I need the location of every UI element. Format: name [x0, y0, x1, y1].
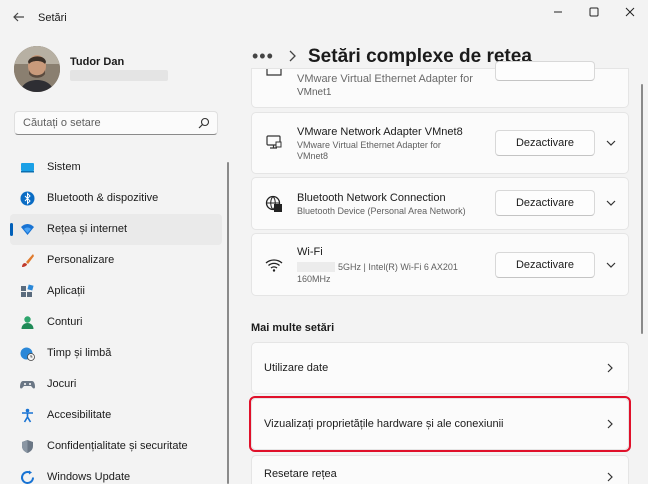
adapter-card-bluetooth: Bluetooth Network Connection Bluetooth D…: [251, 177, 629, 230]
search-icon[interactable]: [197, 116, 211, 130]
adapter-name: Bluetooth Network Connection: [297, 192, 446, 204]
sidebar-item-label: Conturi: [47, 316, 83, 328]
sidebar-item-time-language[interactable]: Timp și limbă: [10, 338, 222, 369]
ethernet-adapter-icon: [265, 134, 283, 152]
adapter-name: VMware Network Adapter VMnet8: [297, 126, 463, 138]
adapter-description: Bluetooth Device (Personal Area Network): [297, 206, 466, 216]
user-name: Tudor Dan: [70, 56, 125, 68]
disable-button[interactable]: Dezactivare: [495, 130, 595, 156]
ethernet-adapter-icon: [265, 69, 283, 87]
adapter-description: 160MHz: [297, 274, 331, 284]
avatar[interactable]: [14, 46, 60, 92]
chevron-down-icon[interactable]: [604, 196, 618, 210]
sidebar-item-bluetooth[interactable]: Bluetooth & dispozitive: [10, 183, 222, 214]
update-icon: [20, 470, 35, 484]
data-usage-link[interactable]: Utilizare date: [251, 342, 629, 394]
chevron-down-icon[interactable]: [604, 136, 618, 150]
sidebar-item-label: Bluetooth & dispozitive: [47, 192, 159, 204]
bluetooth-icon: [20, 191, 35, 206]
search-placeholder: Căutați o setare: [23, 117, 101, 129]
minimize-icon[interactable]: [548, 5, 568, 21]
sidebar-item-windows-update[interactable]: Windows Update: [10, 462, 222, 484]
accessibility-icon: [20, 408, 35, 423]
sidebar-nav: Sistem Bluetooth & dispozitive Rețea și …: [10, 152, 222, 484]
back-arrow-icon[interactable]: [10, 10, 28, 26]
adapter-description: VMnet1: [297, 87, 332, 98]
wifi-icon: [265, 256, 283, 274]
app-title: Setări: [38, 12, 67, 24]
system-icon: [20, 160, 35, 175]
redacted-ssid: [297, 262, 335, 272]
section-title-more-settings: Mai multe setări: [251, 322, 335, 334]
brush-icon: [20, 253, 35, 268]
chevron-right-icon: [604, 471, 616, 483]
link-label: Resetare rețea: [264, 468, 337, 480]
sidebar-item-label: Rețea și internet: [47, 223, 128, 235]
adapter-card-vmnet1: VMware Virtual Ethernet Adapter for VMne…: [251, 61, 629, 108]
shield-icon: [20, 439, 35, 454]
adapter-description: VMnet8: [297, 151, 329, 161]
active-indicator: [10, 223, 13, 236]
disable-button[interactable]: Dezactivare: [495, 252, 595, 278]
title-bar: Setări: [0, 0, 648, 36]
sidebar-item-label: Windows Update: [47, 471, 131, 483]
adapter-card-wifi: Wi-Fi 5GHz | Intel(R) Wi-Fi 6 AX201 160M…: [251, 233, 629, 296]
sidebar-item-personalization[interactable]: Personalizare: [10, 245, 222, 276]
sidebar-item-label: Sistem: [47, 161, 81, 173]
sidebar-item-label: Aplicații: [47, 285, 85, 297]
sidebar-item-gaming[interactable]: Jocuri: [10, 369, 222, 400]
sidebar-item-label: Timp și limbă: [47, 347, 112, 359]
search-input[interactable]: Căutați o setare: [14, 111, 218, 135]
sidebar-item-privacy[interactable]: Confidențialitate și securitate: [10, 431, 222, 462]
sidebar-item-accounts[interactable]: Conturi: [10, 307, 222, 338]
adapter-description: VMware Virtual Ethernet Adapter for: [297, 140, 441, 150]
link-label: Utilizare date: [264, 362, 329, 374]
user-email-redacted: [70, 70, 168, 81]
sidebar-scrollbar[interactable]: [227, 162, 229, 484]
sidebar-item-apps[interactable]: Aplicații: [10, 276, 222, 307]
content-scrollbar[interactable]: [641, 84, 643, 334]
close-icon[interactable]: [620, 5, 640, 21]
chevron-right-icon: [604, 362, 616, 374]
disable-button[interactable]: Dezactivare: [495, 190, 595, 216]
disable-button[interactable]: [495, 61, 595, 81]
adapter-name: VMware Virtual Ethernet Adapter for: [297, 73, 473, 85]
sidebar-item-label: Personalizare: [47, 254, 115, 266]
apps-icon: [20, 284, 35, 299]
chevron-right-icon: [288, 49, 298, 66]
gamepad-icon: [20, 377, 35, 392]
network-reset-link[interactable]: Resetare rețea: [251, 455, 629, 484]
breadcrumb-overflow[interactable]: •••: [252, 46, 274, 67]
wifi-icon: [20, 222, 35, 237]
chevron-down-icon[interactable]: [604, 258, 618, 272]
person-icon: [20, 315, 35, 330]
sidebar-item-label: Accesibilitate: [47, 409, 112, 421]
globe-clock-icon: [20, 346, 35, 361]
sidebar-item-label: Confidențialitate și securitate: [47, 440, 188, 452]
highlight-annotation: [249, 396, 631, 452]
adapter-card-vmnet8: VMware Network Adapter VMnet8 VMware Vir…: [251, 112, 629, 174]
sidebar-item-network[interactable]: Rețea și internet: [10, 214, 222, 245]
adapter-name: Wi-Fi: [297, 246, 323, 258]
globe-network-icon: [265, 195, 283, 213]
maximize-icon[interactable]: [584, 5, 604, 21]
sidebar-item-accessibility[interactable]: Accesibilitate: [10, 400, 222, 431]
adapter-description: 5GHz | Intel(R) Wi-Fi 6 AX201: [338, 262, 458, 272]
sidebar-item-system[interactable]: Sistem: [10, 152, 222, 183]
sidebar-item-label: Jocuri: [47, 378, 77, 390]
